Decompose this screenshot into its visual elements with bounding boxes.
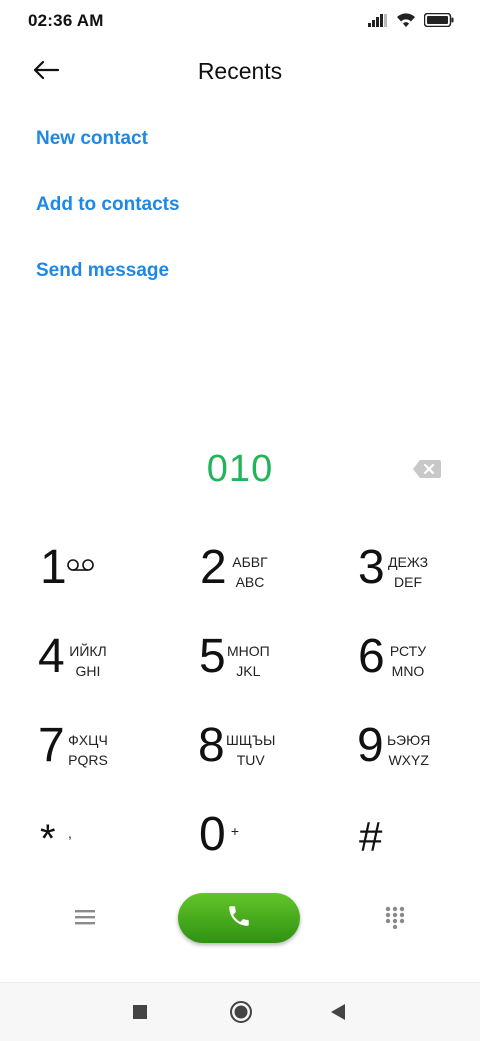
key-star[interactable]: * , — [40, 805, 170, 875]
key-digit: 9 — [357, 719, 384, 772]
nav-back-button[interactable] — [330, 1003, 346, 1026]
key-letters-cyrillic: ДЕЖЗ — [388, 554, 429, 570]
key-7[interactable]: 7 ФХЦЧ PQRS — [38, 716, 168, 786]
page-title: Recents — [197, 58, 283, 84]
key-3[interactable]: 3 ДЕЖЗ DEF — [358, 538, 480, 608]
status-bar: 02:36 AM — [0, 0, 480, 44]
key-letters: , — [62, 823, 78, 843]
navigation-bar — [0, 982, 480, 1041]
status-time: 02:36 AM — [28, 11, 104, 30]
voicemail-icon — [66, 558, 96, 577]
key-5[interactable]: 5 МНОП JKL — [199, 627, 329, 697]
key-letters-cyrillic: ШЩЪЫ — [226, 732, 276, 748]
key-letters-comma: , — [68, 825, 72, 841]
key-letters: + — [227, 821, 243, 841]
back-icon — [330, 1004, 346, 1025]
add-to-contacts-link[interactable]: Add to contacts — [36, 194, 180, 216]
key-8[interactable]: 8 ШЩЪЫ TUV — [198, 716, 328, 786]
key-letters-cyrillic: РСТУ — [389, 643, 427, 659]
key-letters-latin: WXYZ — [388, 752, 429, 768]
key-digit: 6 — [358, 630, 385, 683]
key-letters: ИЙКЛ GHI — [68, 641, 108, 681]
backspace-icon — [412, 460, 442, 484]
call-button[interactable] — [178, 893, 300, 943]
key-letters-plus: + — [230, 823, 240, 839]
key-letters-latin: ABC — [235, 574, 265, 590]
key-digit: 1 — [40, 541, 67, 594]
key-0[interactable]: 0 + — [199, 805, 329, 875]
key-letters: ФХЦЧ PQRS — [68, 730, 108, 770]
key-letters: ДЕЖЗ DEF — [388, 552, 428, 592]
key-letters-latin: MNO — [391, 663, 425, 679]
battery-icon — [423, 12, 454, 32]
new-contact-link[interactable]: New contact — [36, 128, 148, 150]
key-digit: * — [40, 817, 56, 861]
key-letters-latin: GHI — [75, 663, 101, 679]
dialpad-icon — [384, 906, 406, 933]
key-digit: 7 — [38, 719, 65, 772]
key-hash[interactable]: # — [359, 805, 480, 875]
phone-icon — [226, 903, 252, 934]
menu-button[interactable] — [72, 905, 98, 929]
backspace-button[interactable] — [412, 458, 442, 480]
dialed-number[interactable]: 010 — [0, 448, 480, 491]
key-letters-latin: DEF — [394, 574, 423, 590]
home-icon — [229, 1001, 253, 1028]
key-letters-latin: PQRS — [68, 752, 108, 768]
key-2[interactable]: 2 АБВГ ABC — [200, 538, 330, 608]
key-4[interactable]: 4 ИЙКЛ GHI — [38, 627, 168, 697]
key-digit: 4 — [38, 630, 65, 683]
key-letters: АБВГ ABC — [230, 552, 270, 592]
key-digit: 2 — [200, 541, 227, 594]
signal-icon — [368, 13, 388, 32]
key-letters-cyrillic: ЬЭЮЯ — [387, 732, 431, 748]
key-digit: # — [359, 813, 383, 860]
wifi-icon — [396, 12, 416, 33]
menu-icon — [72, 910, 98, 933]
key-digit: 8 — [198, 719, 225, 772]
key-letters: ШЩЪЫ TUV — [226, 730, 275, 770]
status-icons — [368, 12, 454, 33]
key-letters: МНОП JKL — [227, 641, 270, 681]
key-letters-cyrillic: АБВГ — [232, 554, 268, 570]
key-letters-cyrillic: ФХЦЧ — [68, 732, 108, 748]
dialpad-toggle-button[interactable] — [384, 905, 406, 930]
send-message-link[interactable]: Send message — [36, 260, 169, 282]
key-6[interactable]: 6 РСТУ MNO — [358, 627, 480, 697]
key-digit: 5 — [199, 630, 226, 683]
key-digit: 3 — [358, 541, 385, 594]
home-button[interactable] — [229, 1000, 253, 1029]
key-letters-cyrillic: ИЙКЛ — [69, 643, 107, 659]
key-1[interactable]: 1 — [40, 538, 170, 608]
key-9[interactable]: 9 ЬЭЮЯ WXYZ — [357, 716, 480, 786]
key-letters: РСТУ MNO — [388, 641, 428, 681]
key-digit: 0 — [199, 808, 226, 861]
key-letters-latin: TUV — [236, 752, 265, 768]
key-letters: ЬЭЮЯ WXYZ — [387, 730, 430, 770]
key-letters-latin: JKL — [236, 663, 261, 679]
key-letters-cyrillic: МНОП — [227, 643, 270, 659]
recent-apps-button[interactable] — [132, 1004, 148, 1025]
recent-apps-icon — [132, 1005, 148, 1024]
